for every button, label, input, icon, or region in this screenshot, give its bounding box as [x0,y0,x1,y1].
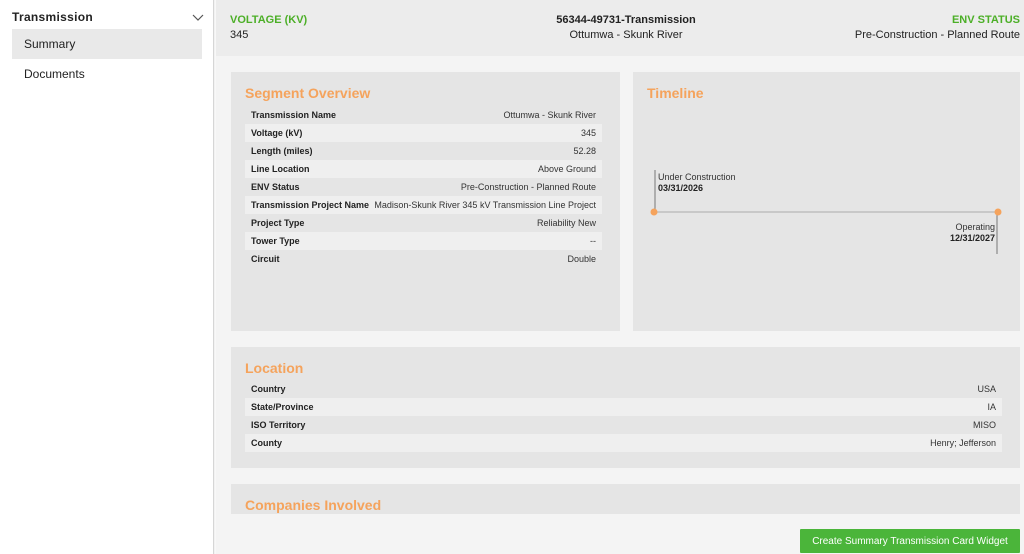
row-value: 345 [580,128,596,138]
location-title: Location [245,360,304,376]
table-row: ISO Territory MISO [245,416,1002,434]
row-key: Tower Type [251,236,300,246]
row-key: Project Type [251,218,305,228]
row-value: Ottumwa - Skunk River [503,110,596,120]
voltage-value: 345 [230,29,249,41]
row-value: 52.28 [573,146,596,156]
row-key: Transmission Project Name [251,200,370,210]
project-name: Ottumwa - Skunk River [569,29,683,41]
table-row: Circuit Double [245,250,602,268]
table-row: State/Province IA [245,398,1002,416]
summary-header: VOLTAGE (KV) 345 56344-49731-Transmissio… [216,0,1024,56]
env-status-label: ENV STATUS [951,14,1020,26]
env-status-value: Pre-Construction - Planned Route [854,29,1020,41]
project-id: 56344-49731-Transmission [556,14,696,26]
timeline-card: Timeline Under Construction 03/31/2026 O… [633,72,1020,331]
row-key: Line Location [251,164,310,174]
timeline-event-date: 03/31/2026 [658,183,704,193]
voltage-label: VOLTAGE (KV) [230,14,308,26]
timeline-event-label: Under Construction [658,172,736,182]
row-key: ISO Territory [251,420,306,430]
companies-title: Companies Involved [245,497,382,513]
segment-overview-title: Segment Overview [245,85,371,101]
row-key: State/Province [251,402,314,412]
companies-card: Companies Involved [231,484,1020,514]
table-row: County Henry; Jefferson [245,434,1002,452]
sidebar-item-summary[interactable]: Summary [12,29,202,59]
sidebar-item-documents[interactable]: Documents [12,59,202,89]
sidebar: Transmission Summary Documents [0,0,217,554]
timeline-dot-start [650,208,658,216]
sidebar-section-title: Transmission [12,10,93,24]
row-key: Circuit [251,254,280,264]
table-row: Project Type Reliability New [245,214,602,232]
row-value: Reliability New [536,218,596,228]
row-value: MISO [972,420,996,430]
row-value: Double [567,254,596,264]
row-key: Voltage (kV) [251,128,303,138]
row-key: ENV Status [251,182,300,192]
env-status-block: ENV STATUS Pre-Construction - Planned Ro… [855,13,1020,43]
segment-overview-table: Transmission Name Ottumwa - Skunk River V… [245,106,602,268]
project-block: 56344-49731-Transmission Ottumwa - Skunk… [516,13,736,43]
row-value: Henry; Jefferson [930,438,996,448]
table-row: ENV Status Pre-Construction - Planned Rou… [245,178,602,196]
table-row: Tower Type -- [245,232,602,250]
location-card: Location Country USA State/Province IA ISO… [231,347,1020,468]
segment-overview-card: Segment Overview Transmission Name Ottumw… [231,72,620,331]
timeline-event-start: Under Construction 03/31/2026 [658,172,736,194]
chevron-down-icon[interactable] [192,12,204,22]
table-row: Line Location Above Ground [245,160,602,178]
timeline-event-end: Operating 12/31/2027 [950,222,995,244]
row-value: -- [590,236,596,246]
timeline-dot-end [994,208,1002,216]
row-value: Pre-Construction - Planned Route [460,182,596,192]
location-table: Country USA State/Province IA ISO Territor… [245,380,1002,452]
table-row: Transmission Name Ottumwa - Skunk River [245,106,602,124]
row-value: Above Ground [537,164,596,174]
table-row: Country USA [245,380,1002,398]
sidebar-section-header[interactable]: Transmission [12,10,204,24]
timeline-graphic [650,170,1002,254]
row-key: Length (miles) [251,146,313,156]
row-value: IA [987,402,996,412]
voltage-block: VOLTAGE (KV) 345 [230,13,307,43]
row-value: Madison-Skunk River 345 kV Transmission … [374,200,596,210]
table-row: Transmission Project Name Madison-Skunk R… [245,196,602,214]
create-widget-button[interactable]: Create Summary Transmission Card Widget [800,529,1020,553]
row-value: USA [977,384,996,394]
table-row: Voltage (kV) 345 [245,124,602,142]
row-key: Country [251,384,286,394]
table-row: Length (miles) 52.28 [245,142,602,160]
timeline-event-label: Operating [955,222,995,232]
row-key: County [251,438,282,448]
timeline-event-date: 12/31/2027 [949,233,995,243]
row-key: Transmission Name [251,110,337,120]
